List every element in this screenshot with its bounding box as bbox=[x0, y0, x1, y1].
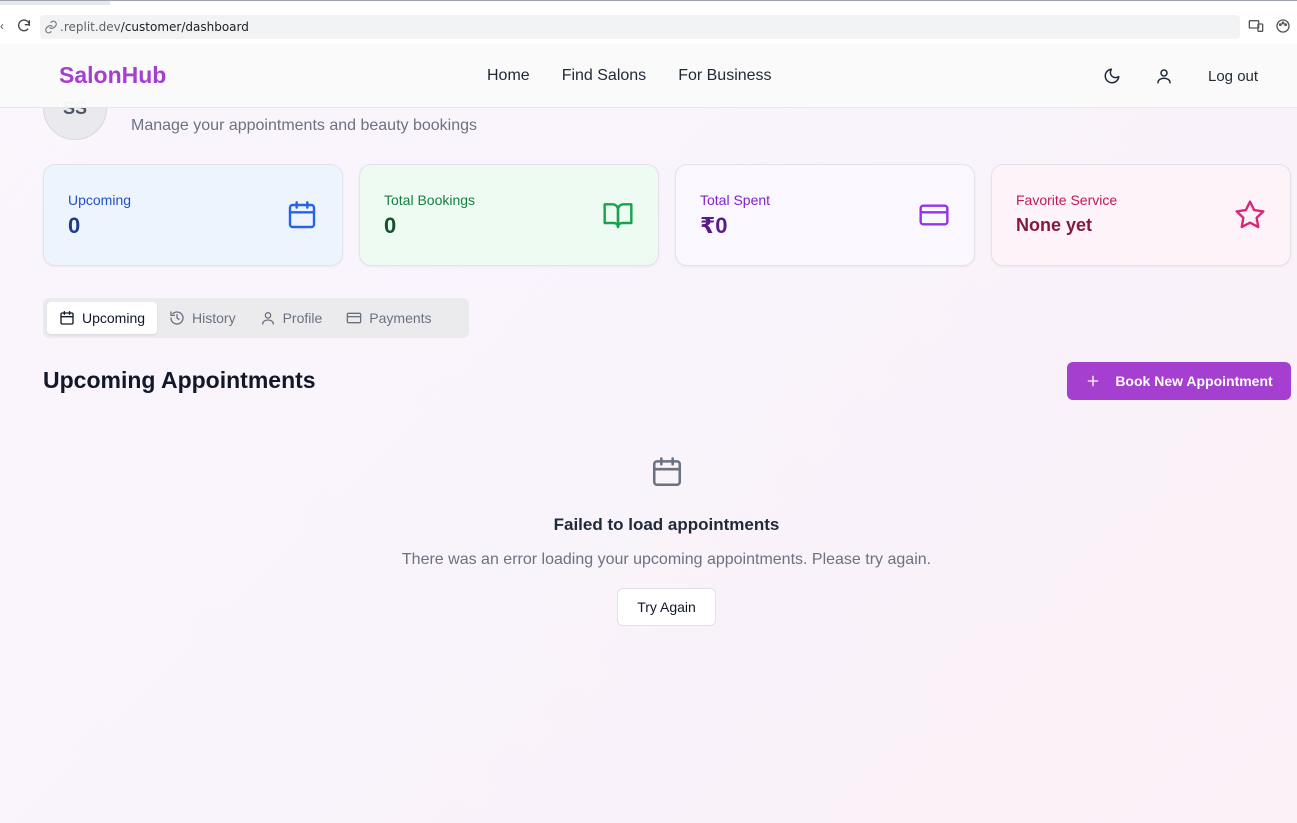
stat-value: 0 bbox=[384, 213, 397, 238]
error-title: Failed to load appointments bbox=[553, 515, 780, 534]
stat-label: Upcoming bbox=[68, 192, 132, 208]
calendar-icon bbox=[288, 201, 316, 229]
logout-button[interactable]: Log out bbox=[1208, 68, 1258, 85]
tab-upcoming[interactable]: Upcoming bbox=[47, 302, 158, 334]
user-icon bbox=[261, 312, 274, 325]
tab-label: History bbox=[192, 310, 236, 326]
nav-link-find-salons[interactable]: Find Salons bbox=[562, 67, 647, 85]
book-new-appointment-button[interactable]: Book New Appointment bbox=[1067, 362, 1291, 400]
top-navbar: SalonHub Home Find Salons For Business L… bbox=[0, 44, 1297, 108]
url-host: .replit.dev bbox=[60, 20, 121, 34]
reload-icon[interactable] bbox=[16, 18, 32, 34]
stat-label: Total Bookings bbox=[384, 192, 476, 208]
section-title: Upcoming Appointments bbox=[43, 367, 316, 393]
main-nav: Home Find Salons For Business bbox=[487, 67, 772, 85]
nav-link-for-business[interactable]: For Business bbox=[678, 67, 771, 85]
url-path: /customer/dashboard bbox=[120, 20, 249, 34]
calendar-icon bbox=[652, 457, 682, 487]
stat-card-total-bookings: Total Bookings 0 bbox=[359, 164, 659, 266]
plus-icon bbox=[1087, 375, 1099, 387]
palette-icon[interactable] bbox=[1275, 18, 1291, 34]
error-description: There was an error loading your upcoming… bbox=[401, 551, 932, 568]
history-icon bbox=[170, 311, 184, 325]
tab-payments[interactable]: Payments bbox=[334, 302, 443, 334]
profile-subtitle: Manage your appointments and beauty book… bbox=[131, 117, 478, 134]
stat-label: Total Spent bbox=[700, 192, 771, 208]
stat-value: 0 bbox=[68, 213, 81, 238]
stat-card-favorite-service: Favorite Service None yet bbox=[991, 164, 1291, 266]
calendar-icon bbox=[60, 311, 74, 325]
tab-label: Upcoming bbox=[82, 310, 146, 326]
dashboard-tabs: Upcoming History Profile Payments bbox=[43, 298, 469, 338]
user-icon[interactable] bbox=[1155, 67, 1173, 85]
credit-card-icon bbox=[919, 204, 949, 226]
tab-history[interactable]: History bbox=[157, 302, 248, 334]
try-again-button[interactable]: Try Again bbox=[617, 588, 716, 626]
star-icon bbox=[1235, 200, 1265, 229]
back-arrow-icon[interactable]: ‹ bbox=[0, 19, 4, 33]
brand-logo[interactable]: SalonHub bbox=[59, 62, 166, 89]
stat-value: None yet bbox=[1016, 215, 1093, 235]
credit-card-icon bbox=[346, 312, 362, 324]
browser-tab-strip bbox=[0, 1, 110, 5]
stat-card-total-spent: Total Spent ₹0 bbox=[675, 164, 975, 266]
link-icon bbox=[45, 20, 57, 34]
address-bar[interactable]: .replit.dev/customer/dashboard bbox=[40, 15, 1240, 39]
nav-link-home[interactable]: Home bbox=[487, 67, 530, 85]
moon-icon[interactable] bbox=[1103, 67, 1121, 85]
stat-label: Favorite Service bbox=[1016, 192, 1118, 208]
book-open-icon bbox=[603, 203, 633, 229]
stat-card-upcoming: Upcoming 0 bbox=[43, 164, 343, 266]
tab-label: Payments bbox=[369, 310, 432, 326]
tab-label: Profile bbox=[282, 310, 323, 326]
tab-profile[interactable]: Profile bbox=[248, 302, 335, 334]
devices-icon[interactable] bbox=[1248, 18, 1264, 34]
button-label: Book New Appointment bbox=[1115, 373, 1273, 389]
stat-value: ₹0 bbox=[700, 213, 728, 238]
browser-chrome: ‹ .replit.dev/customer/dashboard bbox=[0, 0, 1297, 44]
